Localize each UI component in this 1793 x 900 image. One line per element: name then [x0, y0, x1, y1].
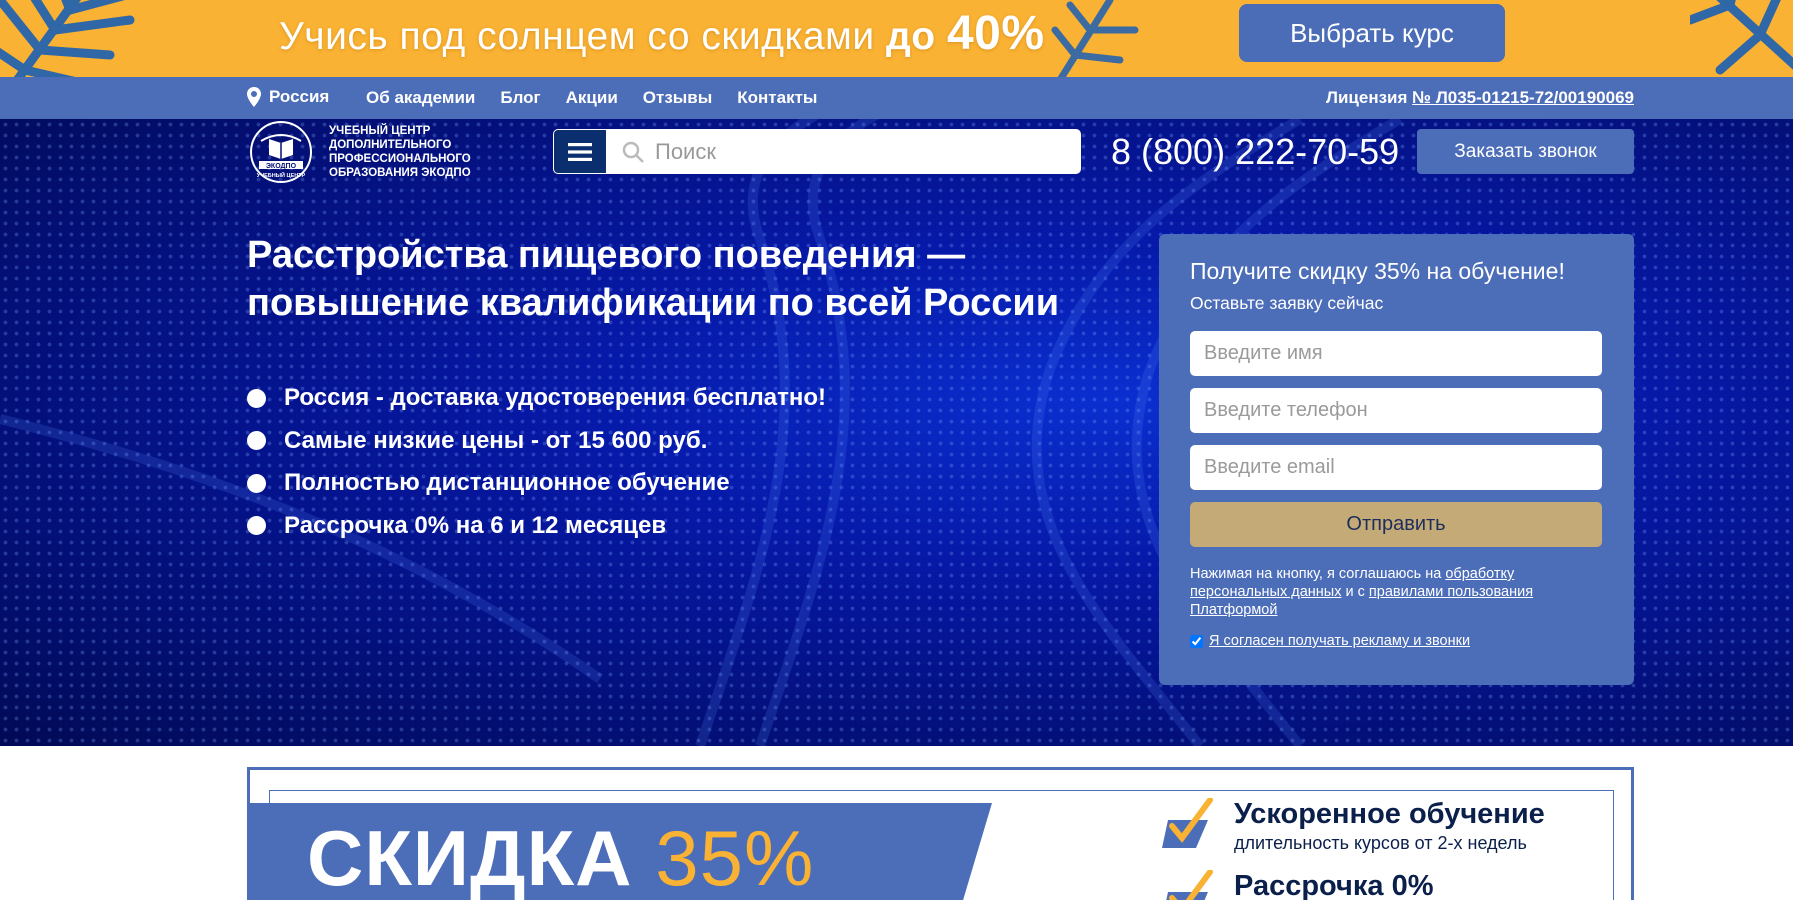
sale-text: СКИДКА 35% [307, 813, 814, 900]
name-field[interactable] [1204, 342, 1584, 365]
page-title-line-2: повышение квалификации по всей России [247, 282, 1060, 324]
logo-line-4: образования ЭКОДПО [329, 167, 471, 179]
location-pin-icon [247, 87, 261, 107]
promo-text-main: Учись под солнцем со скидками [279, 15, 875, 58]
benefit-item: Россия - доставка удостоверения бесплатн… [247, 377, 826, 420]
bullet-dot-icon [247, 473, 266, 493]
palm-leaf-center-decoration [1051, 0, 1139, 77]
nav-link-reviews[interactable]: Отзывы [643, 88, 713, 108]
page-title-line-1: Расстройства пищевого поведения — [247, 234, 966, 276]
phone-number[interactable]: 8 (800) 222-70-59 [1111, 131, 1399, 173]
location-label: Россия [269, 87, 330, 106]
feature-item: Рассрочка 0% [1160, 870, 1434, 900]
name-field-wrapper [1190, 331, 1602, 376]
submit-button[interactable]: Отправить [1190, 502, 1602, 547]
benefit-item: Полностью дистанционное обучение [247, 462, 826, 505]
checkmark-icon [1166, 870, 1213, 900]
benefit-text: Полностью дистанционное обучение [284, 469, 730, 497]
nav-link-promotions[interactable]: Акции [566, 88, 618, 108]
promo-banner[interactable]: Учись под солнцем со скидками до 40% Выб… [0, 0, 1793, 77]
search-icon [622, 141, 644, 163]
bullet-dot-icon [247, 431, 266, 451]
form-title: Получите скидку 35% на обучение! [1190, 258, 1565, 284]
license-label: Лицензия [1326, 88, 1408, 107]
feature-subtitle: длительность курсов от 2-х недель [1234, 833, 1527, 853]
form-subtitle: Оставьте заявку сейчас [1190, 293, 1384, 313]
search-box [607, 129, 1081, 174]
consent-note-prefix: Нажимая на кнопку, я соглашаюсь на [1190, 566, 1442, 582]
nav-link-contacts[interactable]: Контакты [737, 88, 817, 108]
palm-leaf-left-decoration [0, 0, 135, 77]
email-field-wrapper [1190, 445, 1602, 490]
ads-consent-checkbox[interactable] [1190, 634, 1203, 648]
feature-title: Ускоренное обучение [1234, 798, 1545, 830]
sale-banner: СКИДКА 35% [247, 803, 992, 900]
hero-section: ЭКОДПО УЧЕБНЫЙ ЦЕНТР Учебный центр допол… [0, 119, 1793, 746]
license-link[interactable]: № Л035-01215-72/00190069 [1412, 88, 1634, 107]
consent-note-middle: и с [1345, 584, 1365, 600]
bullet-dot-icon [247, 388, 266, 408]
benefits-list: Россия - доставка удостоверения бесплатн… [247, 377, 826, 547]
promo-headline: Учись под солнцем со скидками до 40% [279, 6, 1045, 61]
discount-form: Получите скидку 35% на обучение! Оставьт… [1159, 234, 1634, 685]
logo[interactable]: ЭКОДПО УЧЕБНЫЙ ЦЕНТР Учебный центр допол… [247, 119, 471, 185]
phone-field-wrapper [1190, 388, 1602, 433]
logo-emblem-bottom-text: УЧЕБНЫЙ ЦЕНТР [257, 171, 306, 179]
promo-text-bold: до [886, 15, 936, 58]
benefit-item: Самые низкие цены - от 15 600 руб. [247, 420, 826, 463]
location-selector[interactable]: Россия [247, 87, 329, 107]
request-call-button[interactable]: Заказать звонок [1417, 129, 1634, 174]
logo-text: Учебный центр дополнительного профессион… [329, 124, 471, 180]
logo-line-3: профессионального [329, 153, 471, 165]
logo-line-2: дополнительного [329, 139, 452, 151]
ads-consent-label[interactable]: Я согласен получать рекламу и звонки [1209, 633, 1470, 649]
email-field[interactable] [1204, 456, 1584, 479]
sale-word: СКИДКА [307, 814, 633, 900]
phone-field[interactable] [1204, 399, 1584, 422]
benefit-item: Рассрочка 0% на 6 и 12 месяцев [247, 505, 826, 548]
menu-button[interactable] [553, 129, 607, 174]
logo-line-1: Учебный центр [329, 125, 431, 137]
palm-leaf-right-decoration [1690, 0, 1793, 75]
nav-links: Об академии Блог Акции Отзывы Контакты [366, 88, 817, 108]
feature-item: Ускоренное обучение длительность курсов … [1160, 798, 1545, 854]
page-title: Расстройства пищевого поведения — повыше… [247, 231, 1107, 327]
feature-title: Рассрочка 0% [1234, 870, 1434, 900]
discount-block: СКИДКА 35% Ускоренное обучение длительно… [247, 767, 1634, 900]
choose-course-button[interactable]: Выбрать курс [1239, 4, 1505, 62]
hamburger-menu-icon [568, 142, 592, 161]
top-nav: Россия Об академии Блог Акции Отзывы Кон… [0, 77, 1793, 119]
logo-emblem-top-text: ЭКОДПО [266, 163, 297, 170]
nav-link-blog[interactable]: Блог [500, 88, 540, 108]
checkmark-icon [1162, 798, 1213, 848]
ads-consent: Я согласен получать рекламу и звонки [1190, 633, 1603, 649]
benefit-text: Самые низкие цены - от 15 600 руб. [284, 426, 708, 454]
search-input[interactable] [655, 138, 1055, 165]
logo-emblem-icon: ЭКОДПО УЧЕБНЫЙ ЦЕНТР [250, 121, 312, 183]
license-info: Лицензия № Л035-01215-72/00190069 [1326, 88, 1634, 108]
consent-note: Нажимая на кнопку, я соглашаюсь на обраб… [1190, 565, 1603, 619]
benefit-text: Россия - доставка удостоверения бесплатн… [284, 384, 827, 412]
benefit-text: Рассрочка 0% на 6 и 12 месяцев [284, 511, 667, 539]
nav-link-about[interactable]: Об академии [366, 88, 475, 108]
bullet-dot-icon [247, 516, 266, 536]
sale-percent: 35% [655, 814, 815, 900]
promo-percent: 40% [946, 7, 1045, 60]
